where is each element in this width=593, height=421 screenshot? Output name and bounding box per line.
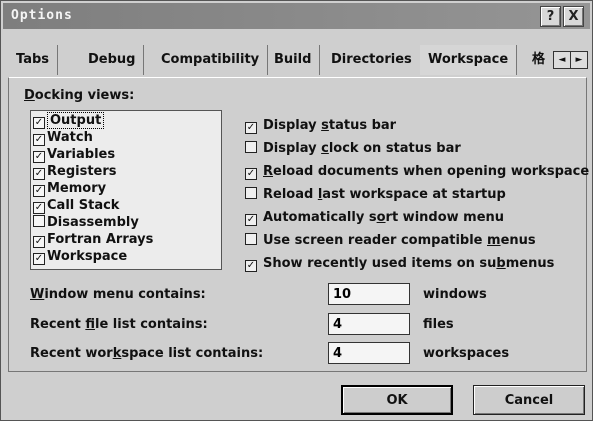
tab-directories[interactable]: Directories	[323, 45, 421, 75]
tab-build[interactable]: Build	[266, 45, 321, 75]
field-suffix: files	[423, 317, 454, 332]
docking-views-list[interactable]: ✓ Output ✓ Watch ✓ Variables ✓ Registers ✓ Memory…	[30, 110, 222, 270]
tab-tabs[interactable]: Tabs	[8, 45, 59, 75]
option-label-post: rt window menu	[385, 210, 505, 225]
docking-item[interactable]: ✓ Output	[33, 112, 105, 129]
option-checkbox[interactable]: ✓	[245, 122, 257, 134]
docking-views-label-mnemonic: D	[24, 88, 35, 103]
docking-checkbox[interactable]: ✓	[33, 151, 45, 163]
option-label-pre: Automatically s	[263, 210, 377, 225]
option-checkbox[interactable]	[245, 233, 257, 245]
option-label-post: lock on status bar	[328, 141, 461, 156]
field-label-pre: Recent	[30, 317, 86, 332]
option-label-mnemonic: o	[376, 210, 386, 225]
field-input[interactable]	[328, 283, 410, 305]
field-label-post: space list contains:	[121, 346, 264, 361]
docking-item-label: Registers	[47, 164, 117, 179]
docking-views-label-rest: ocking views:	[34, 88, 135, 103]
docking-views-label: Docking views:	[24, 88, 134, 103]
docking-item[interactable]: ✓ Memory	[33, 180, 106, 197]
ok-button[interactable]: OK	[341, 385, 453, 415]
option-label-post: menus	[505, 256, 555, 271]
option-checkbox[interactable]: ✓	[245, 168, 257, 180]
close-button[interactable]: X	[563, 6, 584, 27]
tab-debug[interactable]: Debug	[80, 45, 145, 75]
docking-item-label: Call Stack	[47, 198, 120, 213]
docking-checkbox[interactable]: ✓	[33, 236, 45, 248]
option-label-pre: Display	[263, 118, 322, 133]
option-label-mnemonic: R	[263, 164, 274, 179]
tab-overflow[interactable]: 格	[524, 45, 553, 75]
tab-compatibility[interactable]: Compatibility	[153, 45, 269, 75]
option-checkbox-row[interactable]: Display clock on status bar	[245, 139, 461, 159]
docking-item-label: Watch	[47, 130, 93, 145]
option-checkbox-row[interactable]: Reload last workspace at startup	[245, 185, 506, 205]
docking-checkbox[interactable]: ✓	[33, 134, 45, 146]
field-input[interactable]	[328, 313, 410, 335]
field-label-pre: Recent wor	[30, 346, 113, 361]
option-label-pre: Use screen reader compatible	[263, 233, 488, 248]
docking-item-label: Fortran Arrays	[47, 232, 154, 247]
docking-checkbox[interactable]: ✓	[33, 168, 45, 180]
docking-item-label: Memory	[47, 181, 107, 196]
docking-checkbox[interactable]: ✓	[33, 202, 45, 214]
docking-item[interactable]: ✓ Variables	[33, 146, 115, 163]
field-input[interactable]	[328, 342, 410, 364]
tab-workspace[interactable]: Workspace	[420, 45, 518, 75]
docking-item[interactable]: Disassembly	[33, 214, 139, 231]
field-suffix: workspaces	[423, 346, 510, 361]
title-bar[interactable]: Options ? X	[3, 3, 590, 29]
option-checkbox[interactable]	[245, 187, 257, 199]
option-label-mnemonic: c	[321, 141, 329, 156]
docking-item[interactable]: ✓ Watch	[33, 129, 93, 146]
option-checkbox-row[interactable]: ✓ Reload documents when opening workspace	[245, 162, 589, 182]
docking-item[interactable]: ✓ Fortran Arrays	[33, 231, 153, 248]
cancel-button[interactable]: Cancel	[473, 385, 585, 415]
option-label-mnemonic: m	[487, 233, 501, 248]
option-checkbox-row[interactable]: Use screen reader compatible menus	[245, 231, 536, 251]
field-label: Recent workspace list contains:	[30, 342, 263, 366]
docking-item[interactable]: ✓ Workspace	[33, 248, 127, 265]
docking-item-label: Variables	[47, 147, 116, 162]
tab-scroll-left-icon[interactable]: ◄	[553, 51, 571, 69]
field-label: Window menu contains:	[30, 283, 206, 307]
tab-scroll-right-icon[interactable]: ►	[570, 51, 588, 69]
field-label-mnemonic: W	[30, 287, 45, 302]
option-label-pre: Reload	[263, 187, 318, 202]
docking-item[interactable]: ✓ Registers	[33, 163, 117, 180]
option-checkbox[interactable]	[245, 141, 257, 153]
docking-item-label: Output	[47, 112, 105, 129]
tab-strip: Tabs Debug Compatibility Build Directori…	[8, 45, 588, 77]
option-label-post: enus	[500, 233, 536, 248]
option-label-mnemonic: b	[496, 256, 506, 271]
docking-item-label: Disassembly	[47, 215, 139, 230]
docking-checkbox[interactable]: ✓	[33, 117, 45, 129]
docking-checkbox[interactable]: ✓	[33, 253, 45, 265]
option-label-pre: Show recently used items on su	[263, 256, 497, 271]
option-checkbox[interactable]: ✓	[245, 260, 257, 272]
field-label: Recent file list contains:	[30, 313, 208, 337]
help-button[interactable]: ?	[540, 6, 561, 27]
field-label-post: ile list contains:	[95, 317, 208, 332]
option-checkbox-row[interactable]: ✓ Display status bar	[245, 116, 396, 136]
field-suffix: windows	[423, 287, 487, 302]
option-label-post: ast workspace at startup	[322, 187, 506, 202]
option-label-post: tatus bar	[328, 118, 397, 133]
option-label-post: eload documents when opening workspace	[273, 164, 590, 179]
option-checkbox-row[interactable]: ✓ Automatically sort window menu	[245, 208, 504, 228]
docking-item-label: Workspace	[47, 249, 128, 264]
docking-item[interactable]: ✓ Call Stack	[33, 197, 119, 214]
option-label-pre: Display	[263, 141, 322, 156]
window-title: Options	[11, 8, 73, 23]
field-label-mnemonic: f	[85, 317, 95, 332]
option-label-mnemonic: s	[321, 118, 329, 133]
docking-checkbox[interactable]: ✓	[33, 185, 45, 197]
docking-checkbox[interactable]	[33, 215, 45, 227]
option-checkbox[interactable]: ✓	[245, 214, 257, 226]
field-label-post: indow menu contains:	[44, 287, 206, 302]
option-checkbox-row[interactable]: ✓ Show recently used items on submenus	[245, 254, 554, 274]
